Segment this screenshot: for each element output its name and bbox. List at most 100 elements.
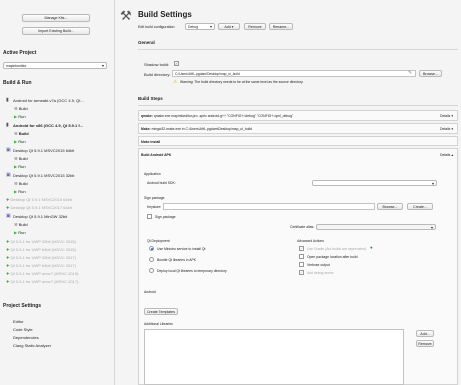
- shadow-build-checkbox[interactable]: ✓: [174, 61, 179, 66]
- clear-icon[interactable]: ✎: [408, 70, 412, 76]
- config-combo-value: Debug: [188, 25, 198, 29]
- sign-package-checkbox[interactable]: [147, 214, 152, 219]
- remove-config-button[interactable]: Remove: [244, 23, 266, 30]
- run-label: Run: [18, 230, 26, 235]
- kit-item-active[interactable]: Android for x86 (GCC 4.9, Qt 5.9.1 f...: [13, 123, 83, 128]
- run-item[interactable]: ▶ Run: [14, 139, 26, 144]
- settings-item-editor[interactable]: Editor: [13, 319, 23, 324]
- build-item[interactable]: ⚒ Build: [14, 222, 28, 227]
- chevron-down-icon: ▾: [101, 63, 104, 68]
- keystore-label: Keystore:: [147, 205, 162, 209]
- kit-item-disabled[interactable]: ✚ Qt 5.9.1 for UWP 32bit (MSVC 2015): [6, 239, 76, 244]
- run-label: Run: [18, 114, 26, 119]
- kit-item-disabled[interactable]: ✚ Desktop Qt 5.9.1 MSVC2017 64bit: [6, 205, 72, 210]
- info-icon: ●: [370, 245, 373, 250]
- warning-text: Warning: The build directory needs to be…: [180, 80, 304, 84]
- kit-item-disabled[interactable]: ✚ Qt 5.9.1 for UWP armv7 (MSVC 2015): [6, 271, 78, 276]
- deploy-bundle-radio[interactable]: [149, 257, 154, 262]
- qmake-command: qmake.exe mapinfoeditor.pro -spec androi…: [153, 114, 294, 118]
- build-item[interactable]: ⚒ Build: [14, 156, 28, 161]
- hammer-icon: ⚒: [14, 131, 18, 136]
- add-library-button[interactable]: Add...: [416, 330, 434, 337]
- settings-item-clang[interactable]: Clang Static Analyzer: [13, 343, 51, 348]
- import-build-button[interactable]: Import Existing Build...: [22, 27, 90, 35]
- create-templates-button[interactable]: Create Templates: [144, 308, 178, 315]
- android-icon: ▮: [6, 97, 9, 103]
- run-item[interactable]: ▶ Run: [14, 164, 26, 169]
- rename-config-button[interactable]: Rename...: [269, 23, 293, 30]
- kit-item-disabled[interactable]: ✚ Qt 5.9.1 for UWP 64bit (MSVC 2015): [6, 247, 76, 252]
- additional-libs-list[interactable]: [144, 329, 404, 385]
- hammer-icon: ⚒: [14, 181, 18, 186]
- manage-kits-button[interactable]: Manage Kits...: [22, 14, 90, 22]
- kit-item[interactable]: Desktop Qt 5.9.1 MSVC2015 32bit: [13, 173, 74, 178]
- kit-item[interactable]: Desktop Qt 5.9.1 MSVC2015 64bit: [13, 148, 74, 153]
- build-item[interactable]: ⚒ Build: [14, 181, 28, 186]
- settings-item-dependencies[interactable]: Dependencies: [13, 335, 39, 340]
- apk-details-button[interactable]: Details ▴: [440, 153, 453, 157]
- general-heading: General: [138, 40, 155, 45]
- remove-library-button[interactable]: Remove: [416, 340, 434, 347]
- kit-item[interactable]: Android for armeabi-v7a (GCC 4.9, Qt...: [13, 98, 84, 103]
- build-item[interactable]: ⚒ Build: [14, 106, 28, 111]
- browse-keystore-button[interactable]: Browse...: [377, 203, 403, 210]
- use-gradle-checkbox[interactable]: ✓: [299, 246, 304, 251]
- run-item[interactable]: ▶ Run: [14, 114, 26, 119]
- browse-build-dir-button[interactable]: Browse...: [419, 70, 442, 77]
- run-label: Run: [18, 139, 26, 144]
- active-project-heading: Active Project: [3, 50, 37, 56]
- run-item[interactable]: ▶ Run: [14, 230, 26, 235]
- sdk-combo[interactable]: ▾: [312, 180, 437, 186]
- kit-item-disabled[interactable]: ✚ Qt 5.9.1 for UWP 32bit (MSVC 2017): [6, 255, 76, 260]
- build-settings-icon: ⚒: [120, 8, 132, 23]
- qmake-details-button[interactable]: Details ▾: [440, 114, 453, 118]
- build-apk-label: Build Android APK: [141, 153, 172, 157]
- kit-item-disabled[interactable]: ✚ Desktop Qt 5.9.1 MSVC2015 64bit: [6, 197, 72, 202]
- project-combo-value: mapinfoeditor: [6, 64, 27, 68]
- deploy-local-radio[interactable]: [149, 268, 154, 273]
- deploy-ministro-radio[interactable]: [149, 246, 154, 251]
- sdk-label: Android build SDK:: [147, 181, 176, 185]
- keystore-input[interactable]: [163, 203, 375, 210]
- open-package-checkbox[interactable]: [299, 254, 304, 259]
- kit-item[interactable]: Desktop Qt 5.9.1 MinGW 32bit: [13, 214, 67, 219]
- plus-icon: ✚: [6, 239, 10, 244]
- plus-icon: ✚: [6, 205, 10, 210]
- sign-package-group-label: Sign package: [144, 196, 165, 200]
- settings-item-code-style[interactable]: Code Style: [13, 327, 33, 332]
- build-label: Build: [18, 106, 28, 111]
- build-label: Build: [18, 131, 29, 136]
- kit-label: Desktop Qt 5.9.1 MSVC2017 64bit: [10, 205, 72, 210]
- make-details-button[interactable]: Details ▾: [440, 127, 453, 131]
- add-config-button[interactable]: Add ▾: [218, 23, 240, 30]
- add-debug-server-label: Add debug server: [307, 271, 334, 275]
- deploy-local-label: Deploy local Qt libraries to temporary d…: [157, 269, 227, 273]
- divider: [138, 49, 458, 50]
- cert-alias-combo[interactable]: ▾: [316, 224, 436, 230]
- make-label: Make:: [141, 127, 151, 131]
- kit-item-disabled[interactable]: ✚ Qt 5.9.1 for UWP 64bit (MSVC 2017): [6, 263, 76, 268]
- plus-icon: ✚: [6, 247, 10, 252]
- build-label: Build: [18, 222, 28, 227]
- chevron-down-icon: ▾: [451, 114, 454, 118]
- hammer-icon: ⚒: [14, 222, 18, 227]
- create-keystore-button[interactable]: Create...: [407, 203, 433, 210]
- build-item[interactable]: ⚒ Build: [14, 131, 29, 136]
- edit-config-label: Edit build configuration:: [138, 25, 176, 29]
- run-label: Run: [18, 164, 26, 169]
- desktop-icon: ▣: [6, 147, 11, 153]
- plus-icon: ✚: [6, 197, 10, 202]
- play-icon: ▶: [14, 139, 18, 144]
- add-debug-server-checkbox[interactable]: ✓: [299, 270, 304, 275]
- kit-item-disabled[interactable]: ✚ Qt 5.9.1 for UWP armv7 (MSVC 2017): [6, 279, 78, 284]
- build-run-heading: Build & Run: [3, 80, 32, 86]
- run-item[interactable]: ▶ Run: [14, 189, 26, 194]
- project-combo[interactable]: mapinfoeditor ▾: [3, 62, 107, 69]
- play-icon: ▶: [14, 114, 18, 119]
- build-dir-input[interactable]: C:\Users\AHL.pgdam\Desktop\map_ui_build: [172, 70, 416, 77]
- kit-label: Qt 5.9.1 for UWP 64bit (MSVC 2015): [10, 247, 76, 252]
- config-combo[interactable]: Debug ▾: [185, 23, 215, 30]
- hammer-icon: ⚒: [14, 156, 18, 161]
- verbose-output-checkbox[interactable]: [299, 262, 304, 267]
- qmake-label: qmake:: [141, 114, 153, 118]
